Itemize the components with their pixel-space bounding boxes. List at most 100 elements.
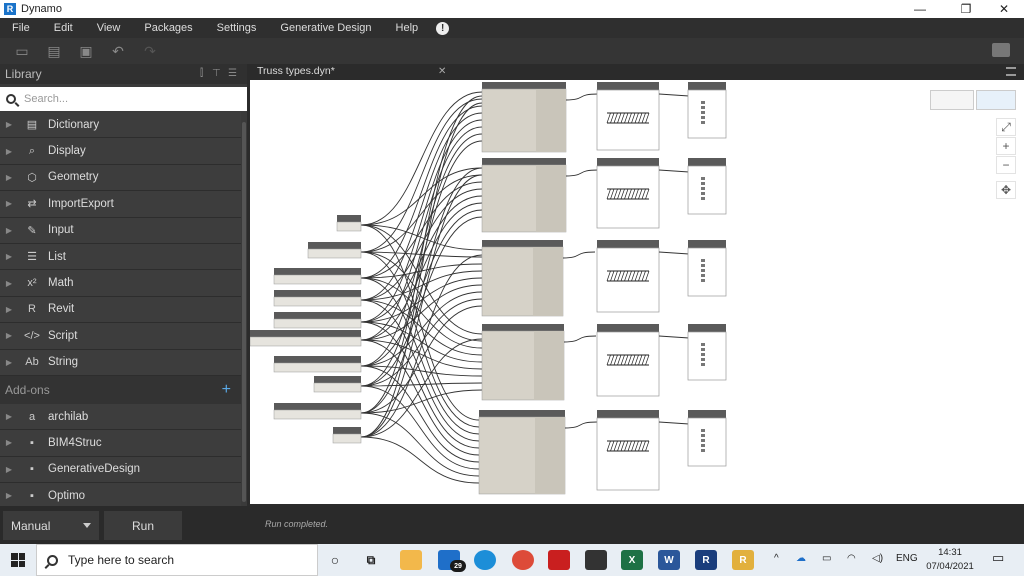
watch-list-item[interactable] — [701, 197, 705, 200]
watch-node-header[interactable] — [688, 240, 726, 248]
input-node[interactable] — [273, 274, 362, 285]
library-item-string[interactable]: ▶ Ab String — [0, 349, 241, 376]
word-icon[interactable]: W — [658, 550, 680, 570]
truss-node-header[interactable] — [482, 324, 564, 331]
output-wire[interactable] — [563, 335, 597, 343]
watch-wire[interactable] — [658, 93, 690, 97]
watch-node-header[interactable] — [688, 324, 726, 332]
watch-node-header[interactable] — [688, 158, 726, 166]
save-icon[interactable]: ▣ — [78, 43, 94, 59]
minimize-button[interactable]: — — [900, 0, 940, 18]
input-node[interactable] — [273, 362, 362, 373]
watch-list-item[interactable] — [701, 444, 705, 447]
cortana-icon[interactable]: ○ — [324, 550, 346, 570]
input-node[interactable] — [336, 221, 362, 232]
wire[interactable] — [360, 95, 483, 414]
watch-node[interactable] — [687, 331, 727, 381]
wifi-icon[interactable]: ◠ — [847, 553, 856, 564]
watch-list-item[interactable] — [701, 434, 705, 437]
library-search-input[interactable]: Search... — [0, 87, 247, 111]
watch-list-item[interactable] — [701, 106, 705, 109]
library-item-optimo[interactable]: ▶ ▪ Optimo — [0, 483, 241, 506]
library-item-importexport[interactable]: ▶ ⇄ ImportExport — [0, 191, 241, 218]
output-wire[interactable] — [565, 93, 599, 101]
watch-node-header[interactable] — [688, 410, 726, 418]
watch-node-header[interactable] — [688, 82, 726, 90]
library-item-list[interactable]: ▶ ☰ List — [0, 243, 241, 271]
chrome-browser-icon[interactable] — [512, 550, 534, 570]
language-indicator[interactable]: ENG — [896, 553, 918, 564]
notifications-icon[interactable]: ▭ — [992, 550, 1004, 566]
watch-list-item[interactable] — [701, 274, 705, 277]
library-item-generativedesign[interactable]: ▶ ▪ GenerativeDesign — [0, 456, 241, 484]
preview-node-header[interactable] — [597, 158, 659, 166]
watch-list-item[interactable] — [701, 439, 705, 442]
input-node-header[interactable] — [274, 312, 361, 319]
input-node-header[interactable] — [333, 427, 361, 434]
show-hidden-icons-icon[interactable]: ^ — [774, 553, 779, 564]
zoom-out-icon[interactable]: − — [996, 156, 1016, 174]
tab-truss-types[interactable]: Truss types.dyn* ✕ — [250, 64, 450, 80]
node-output-column[interactable] — [536, 165, 566, 232]
wire[interactable] — [360, 174, 483, 438]
layout-icon[interactable]: ⫿ — [200, 68, 203, 79]
run-button[interactable]: Run — [104, 511, 182, 540]
wire[interactable] — [360, 254, 483, 438]
watch-list-item[interactable] — [701, 187, 705, 190]
watch-list-item[interactable] — [701, 264, 705, 267]
watch-list-item[interactable] — [701, 101, 705, 104]
input-node-header[interactable] — [274, 268, 361, 275]
new-file-icon[interactable]: ▭ — [14, 43, 30, 59]
watch-list-item[interactable] — [701, 182, 705, 185]
watch-list-item[interactable] — [701, 177, 705, 180]
preview-node-header[interactable] — [597, 240, 659, 248]
watch-node[interactable] — [687, 89, 727, 139]
input-node-header[interactable] — [274, 290, 361, 297]
watch-list-item[interactable] — [701, 353, 705, 356]
zoom-in-icon[interactable]: + — [996, 137, 1016, 155]
library-item-revit[interactable]: ▶ R Revit — [0, 296, 241, 324]
wire[interactable] — [360, 382, 483, 387]
graph-canvas[interactable]: ⤢ + − ✥ — [250, 80, 1024, 504]
clock[interactable]: 14:31 07/04/2021 — [918, 546, 982, 574]
preview-node-header[interactable] — [597, 324, 659, 332]
library-item-script[interactable]: ▶ </> Script — [0, 323, 241, 350]
watch-node[interactable] — [687, 247, 727, 297]
library-item-dictionary[interactable]: ▶ ▤ Dictionary — [0, 112, 241, 139]
node-output-column[interactable] — [536, 89, 566, 152]
watch-node[interactable] — [687, 417, 727, 467]
truss-node-header[interactable] — [482, 158, 566, 165]
library-menu-icon[interactable]: ☰ — [228, 68, 237, 79]
library-item-input[interactable]: ▶ ✎ Input — [0, 217, 241, 244]
store-icon[interactable] — [585, 550, 607, 570]
edge-browser-icon[interactable] — [474, 550, 496, 570]
zoom-fit-icon[interactable]: ⤢ — [996, 118, 1016, 136]
wire[interactable] — [360, 305, 483, 414]
restore-button[interactable]: ❐ — [946, 0, 986, 18]
taskbar-search-input[interactable]: Type here to search — [36, 544, 318, 576]
watch-wire[interactable] — [658, 421, 690, 425]
watch-wire[interactable] — [658, 251, 690, 255]
node-graph[interactable] — [250, 80, 1024, 504]
menu-packages[interactable]: Packages — [132, 18, 204, 38]
truss-node-header[interactable] — [479, 410, 565, 417]
tab-menu-icon[interactable] — [1006, 67, 1016, 76]
input-node[interactable] — [313, 382, 362, 393]
preview-node[interactable] — [596, 165, 660, 229]
watch-list-item[interactable] — [701, 343, 705, 346]
notification-alert-icon[interactable]: ! — [436, 21, 450, 35]
screenshot-camera-icon[interactable] — [992, 43, 1010, 57]
menu-help[interactable]: Help — [384, 18, 431, 38]
truss-node-header[interactable] — [482, 82, 566, 89]
output-wire[interactable] — [562, 251, 596, 259]
wire[interactable] — [360, 277, 483, 323]
redo-icon[interactable]: ↷ — [142, 43, 158, 59]
excel-icon[interactable]: X — [621, 550, 643, 570]
wire[interactable] — [360, 102, 483, 438]
menu-edit[interactable]: Edit — [42, 18, 85, 38]
library-scrollbar[interactable] — [242, 122, 246, 502]
input-node-header[interactable] — [308, 242, 361, 249]
preview-node[interactable] — [596, 89, 660, 151]
add-package-icon[interactable]: + — [222, 381, 231, 399]
file-explorer-icon[interactable] — [400, 550, 422, 570]
